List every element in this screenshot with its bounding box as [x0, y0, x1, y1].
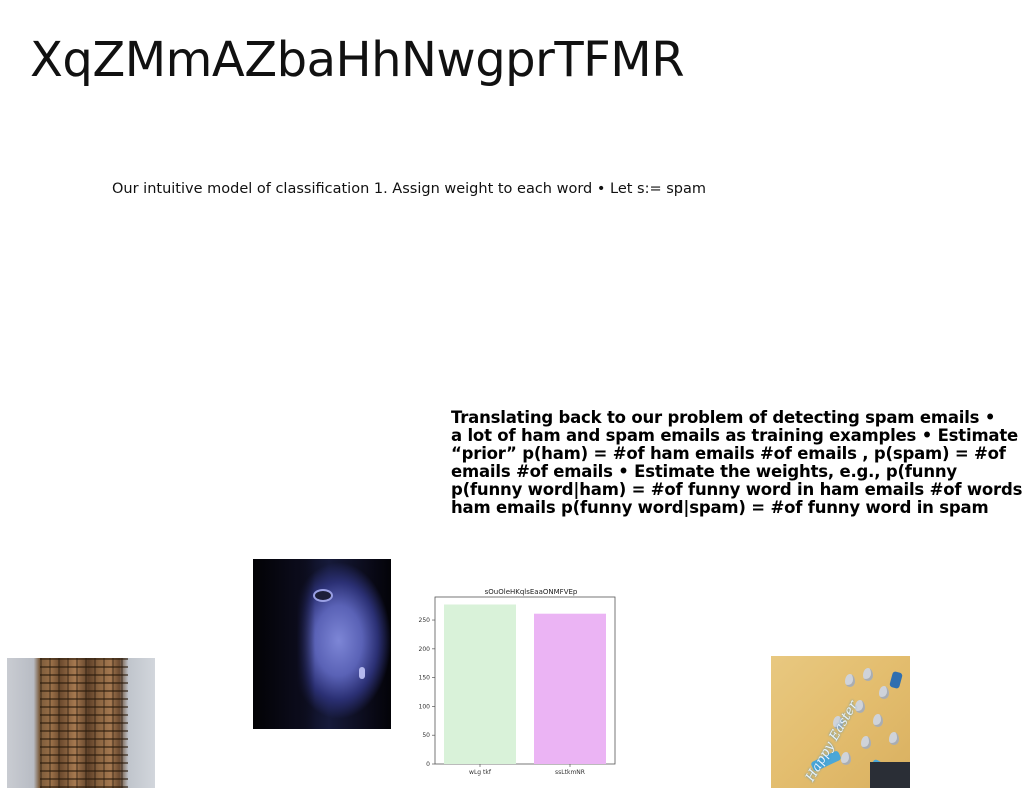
y-tick-label: 200: [419, 646, 431, 653]
y-tick-label: 250: [419, 617, 431, 624]
easter-script-text: Happy Easter: [803, 698, 862, 785]
body-line: Translating back to our problem of detec…: [451, 408, 996, 427]
chart-marks: 0 50 100 150 200 250 wLg tkf ssLtkmNR: [419, 604, 606, 776]
slide-subtitle: Our intuitive model of classification 1.…: [112, 181, 707, 197]
y-tick-label: 0: [426, 761, 430, 768]
dark-object: [870, 762, 910, 788]
egg: [873, 714, 883, 727]
bar: [444, 604, 516, 764]
building-windows: [39, 658, 129, 788]
building-photo: [7, 658, 155, 788]
x-tick-label: wLg tkf: [469, 769, 492, 776]
easter-photo: Happy Easter: [771, 656, 910, 788]
body-line: ham emails p(funny word|spam) = #of funn…: [451, 498, 989, 517]
y-tick-label: 150: [419, 675, 431, 682]
body-text-block: Translating back to our problem of detec…: [451, 408, 1023, 517]
ribbon: [889, 670, 903, 690]
body-line: a lot of ham and spam emails as training…: [451, 426, 1019, 445]
bar: [534, 613, 606, 764]
bar-chart: sOuOleHKqlsEaaONMFVEp 0 50 100 150 200 250 wLg…: [413, 584, 623, 780]
eye: [315, 591, 331, 600]
body-line: p(funny word|ham) = #of funny word in ha…: [451, 480, 1023, 499]
egg: [863, 668, 873, 681]
egg: [889, 732, 899, 745]
x-tick-label: ssLtkmNR: [555, 769, 585, 776]
hair-shadow: [253, 559, 316, 729]
woman-face-photo: [253, 559, 391, 729]
y-tick-label: 50: [422, 732, 430, 739]
egg: [861, 736, 871, 749]
bar-chart-svg: sOuOleHKqlsEaaONMFVEp 0 50 100 150 200 250 wLg…: [419, 588, 616, 776]
egg: [841, 752, 851, 765]
egg: [879, 686, 889, 699]
body-line: emails #of emails • Estimate the weights…: [451, 462, 957, 481]
body-line: “prior” p(ham) = #of ham emails #of emai…: [451, 444, 1006, 463]
chart-title: sOuOleHKqlsEaaONMFVEp: [485, 588, 578, 596]
earring: [359, 667, 365, 679]
y-tick-label: 100: [419, 703, 431, 710]
egg: [845, 674, 855, 687]
slide-title: XqZMmAZbaHhNwgprTFMR: [30, 32, 685, 88]
